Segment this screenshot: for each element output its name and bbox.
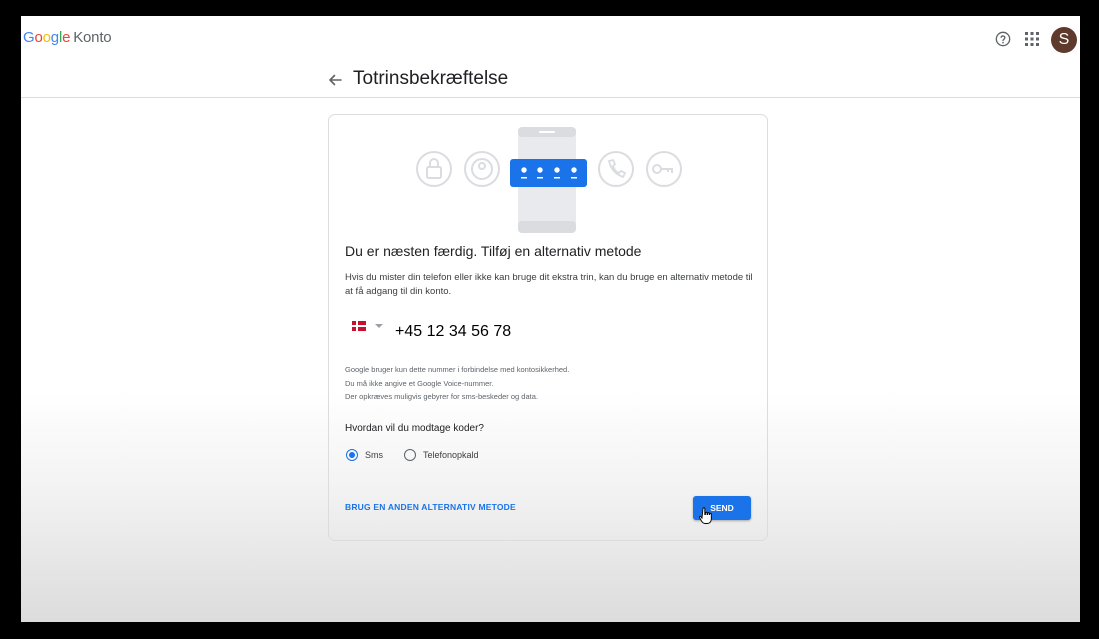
hand-pointer-cursor-icon (699, 507, 712, 524)
phone-call-icon (598, 151, 634, 187)
code-delivery-question: Hvordan vil du modtage koder? (345, 423, 484, 434)
radio-label-phone-call: Telefonopkald (423, 450, 479, 460)
security-key-icon (646, 151, 682, 187)
phone-notes: Google bruger kun dette nummer i forbind… (345, 363, 569, 404)
account-avatar[interactable]: S (1051, 27, 1077, 53)
denmark-flag-icon[interactable] (352, 321, 366, 331)
person-icon (464, 151, 500, 187)
product-name: Konto (73, 29, 112, 46)
radio-button-unselected[interactable] (404, 449, 416, 461)
logo-letter: e (62, 29, 71, 46)
verification-code-icon (510, 159, 587, 187)
logo-letter: g (50, 29, 59, 46)
country-dropdown-caret-icon[interactable] (375, 324, 383, 328)
page-title: Totrinsbekræftelse (353, 68, 509, 89)
two-step-illustration (416, 127, 682, 233)
lock-icon (416, 151, 452, 187)
phone-number-input[interactable] (395, 320, 635, 344)
note-line: Der opkræves muligvis gebyrer for sms-be… (345, 392, 538, 401)
use-another-method-link[interactable]: BRUG EN ANDEN ALTERNATIV METODE (345, 502, 516, 512)
radio-button-selected[interactable] (346, 449, 358, 461)
logo-letter: o (34, 29, 43, 46)
card-headline: Du er næsten færdig. Tilføj en alternati… (345, 243, 642, 259)
backup-method-card: Du er næsten færdig. Tilføj en alternati… (328, 114, 768, 541)
radio-label-sms: Sms (365, 450, 383, 460)
google-konto-logo[interactable]: Google Konto (23, 29, 112, 46)
arrow-left-icon[interactable] (327, 72, 343, 88)
radio-phone-call[interactable]: Telefonopkald (404, 449, 479, 461)
help-icon[interactable] (995, 31, 1011, 47)
logo-letter: G (23, 29, 35, 46)
note-line: Du må ikke angive et Google Voice-nummer… (345, 378, 494, 388)
radio-sms[interactable]: Sms (346, 449, 383, 461)
browser-viewport: Google Konto S Totrinsbekræftelse Du er … (21, 16, 1080, 622)
logo-letter: o (42, 29, 51, 46)
card-description: Hvis du mister din telefon eller ikke ka… (345, 272, 753, 297)
top-bar: Google Konto S Totrinsbekræftelse (21, 16, 1080, 98)
apps-grid-icon[interactable] (1025, 32, 1039, 46)
note-line: Google bruger kun dette nummer i forbind… (345, 365, 570, 374)
